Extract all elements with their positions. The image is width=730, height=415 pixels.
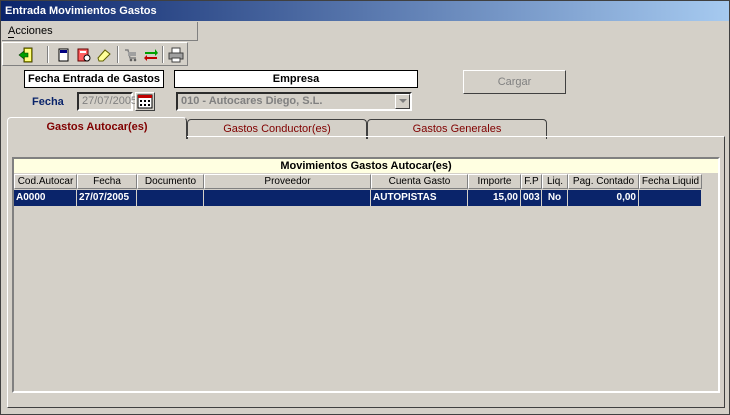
cargar-button[interactable]: Cargar: [463, 70, 566, 94]
cart-icon[interactable]: [122, 46, 140, 63]
toolbar: [2, 42, 188, 66]
calendar-button[interactable]: [135, 92, 155, 111]
fecha-field[interactable]: 27/07/2005: [77, 92, 137, 111]
menu-accelerator-underline: [8, 37, 14, 38]
column-header[interactable]: Importe: [468, 174, 521, 189]
cell-importe[interactable]: 15,00: [468, 190, 521, 206]
column-header[interactable]: Cuenta Gasto: [371, 174, 468, 189]
menu-bar: Acciones: [2, 22, 198, 41]
main-window: Entrada Movimientos Gastos Acciones Fech: [0, 0, 730, 415]
toolbar-separator: [162, 46, 164, 63]
column-header[interactable]: Pag. Contado: [568, 174, 639, 189]
toolbar-separator: [47, 46, 49, 63]
column-header[interactable]: Cod.Autocar: [14, 174, 77, 189]
toolbar-separator: [117, 46, 119, 63]
cell-cuenta-gasto[interactable]: AUTOPISTAS: [371, 190, 468, 206]
fecha-label: Fecha: [32, 96, 64, 108]
menu-acciones[interactable]: Acciones: [8, 25, 53, 37]
empresa-select[interactable]: 010 - Autocares Diego, S.L.: [176, 92, 412, 111]
cell-fecha-liquid[interactable]: [639, 190, 702, 206]
print-preview-icon[interactable]: [75, 46, 93, 63]
column-header[interactable]: Fecha Liquid: [639, 174, 702, 189]
column-header[interactable]: Proveedor: [204, 174, 371, 189]
grid-title: Movimientos Gastos Autocar(es): [14, 159, 718, 173]
eraser-icon[interactable]: [95, 46, 113, 63]
cell-fecha[interactable]: 27/07/2005: [77, 190, 137, 206]
cell-fp[interactable]: 003: [521, 190, 542, 206]
gastos-grid[interactable]: Movimientos Gastos Autocar(es) Cod.Autoc…: [12, 157, 720, 393]
chevron-down-icon[interactable]: [395, 94, 410, 109]
printer-icon[interactable]: [167, 46, 185, 63]
column-header[interactable]: Fecha: [77, 174, 137, 189]
cell-proveedor[interactable]: [204, 190, 371, 206]
new-doc-icon[interactable]: [55, 46, 73, 63]
column-header[interactable]: Liq.: [542, 174, 568, 189]
calendar-icon: [137, 94, 153, 109]
transfer-icon[interactable]: [142, 46, 160, 63]
cell-pag-contado[interactable]: 0,00: [568, 190, 639, 206]
cell-documento[interactable]: [137, 190, 204, 206]
empresa-select-value: 010 - Autocares Diego, S.L.: [181, 95, 323, 107]
empresa-header: Empresa: [174, 70, 418, 88]
column-header[interactable]: F.P: [521, 174, 542, 189]
column-header[interactable]: Documento: [137, 174, 204, 189]
cell-cod-autocar[interactable]: A0000: [14, 190, 77, 206]
cell-liq[interactable]: No: [542, 190, 568, 206]
exit-icon[interactable]: [17, 46, 35, 63]
fecha-entrada-header: Fecha Entrada de Gastos: [24, 70, 164, 88]
window-title: Entrada Movimientos Gastos: [1, 1, 729, 21]
tab-gastos-autocar[interactable]: Gastos Autocar(es): [7, 117, 187, 139]
